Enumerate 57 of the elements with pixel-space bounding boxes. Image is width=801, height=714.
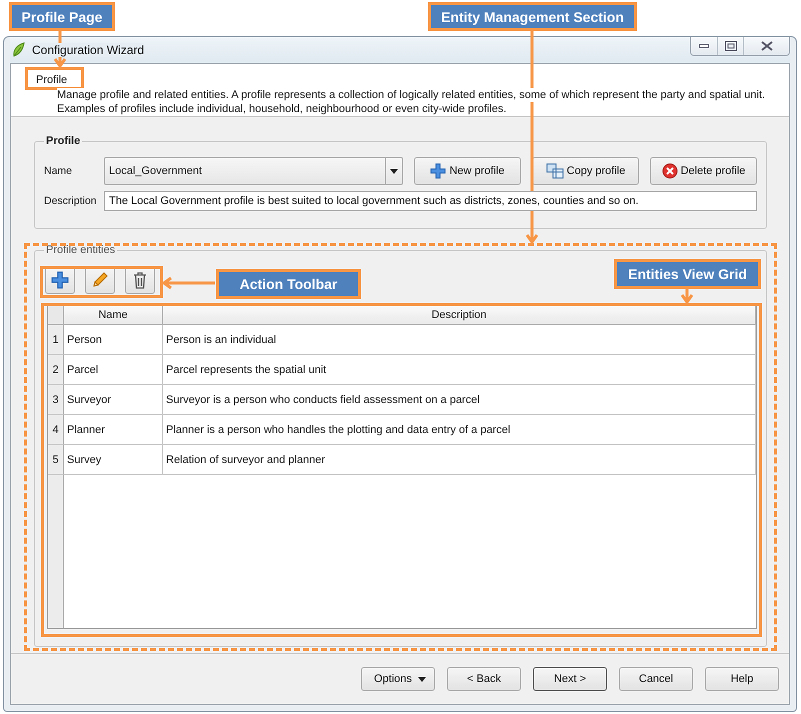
caret-icon [390, 168, 398, 174]
page-title: Profile [36, 74, 68, 86]
group-title: Profile [45, 135, 82, 147]
delete-profile-button[interactable]: Delete profile [650, 157, 757, 185]
description-label: Description [44, 194, 96, 208]
window-title: Configuration Wizard [32, 43, 144, 57]
page-description: Examples of profiles include individual, household, neighbourhood or even city-wide profiles. [57, 102, 506, 116]
profile-dropdown[interactable]: Local_Government [104, 157, 403, 185]
callout-label: Entities View Grid [614, 259, 761, 289]
column-header[interactable]: Name [64, 305, 163, 325]
callout-arrow [161, 276, 215, 290]
description-field[interactable]: The Local Government profile is best suited to local government such as districts, zones, counties and so on. [104, 191, 757, 211]
table-cell: Relation of surveyor and planner [163, 445, 756, 475]
row-number[interactable]: 3 [48, 385, 64, 415]
callout-label: Profile Page [9, 2, 115, 31]
table-cell: Planner [64, 415, 163, 445]
table-cell: Surveyor is a person who conducts field assessment on a parcel [163, 385, 756, 415]
maximize-icon [724, 41, 736, 51]
callout-label: Action Toolbar [216, 269, 361, 299]
pencil-icon [91, 271, 109, 289]
table-cell: Survey [64, 445, 163, 475]
callout-arrow [680, 289, 694, 305]
copy-profile-button[interactable]: Copy profile [532, 157, 639, 185]
wizard-button[interactable]: < Back [447, 667, 521, 691]
minimize-icon [699, 44, 709, 48]
table-cell: Surveyor [64, 385, 163, 415]
maximize-button[interactable] [717, 37, 743, 55]
table-cell: Planner is a person who handles the plotting and data entry of a parcel [163, 415, 756, 445]
column-header[interactable]: Description [163, 305, 756, 325]
row-number[interactable]: 4 [48, 415, 64, 445]
table-cell: Person [64, 325, 163, 355]
table-cell: Parcel represents the spatial unit [163, 355, 756, 385]
wizard-button[interactable]: Options [361, 667, 435, 691]
caret-icon [418, 676, 426, 682]
callout-label: Entity Management Section [428, 2, 637, 31]
page-description: Manage profile and related entities. A profile represents a collection of logically related entities, some of which represent the party and spatial unit. [57, 88, 766, 102]
minimize-button[interactable] [691, 37, 717, 55]
group-title: Profile entities [45, 244, 116, 256]
row-number[interactable]: 5 [48, 445, 64, 475]
wizard-button[interactable]: Next > [533, 667, 607, 691]
highlight-frame [25, 67, 84, 90]
row-number[interactable]: 2 [48, 355, 64, 385]
row-number[interactable]: 1 [48, 325, 64, 355]
leaf-logo-icon [12, 42, 26, 58]
close-button[interactable] [743, 37, 789, 55]
wizard-button[interactable]: Cancel [619, 667, 693, 691]
close-icon [760, 41, 772, 51]
plus-icon [51, 271, 69, 289]
table-cell: Parcel [64, 355, 163, 385]
delete-icon [662, 163, 678, 179]
wizard-button[interactable]: Help [705, 667, 779, 691]
table-cell: Person is an individual [163, 325, 756, 355]
new-profile-button[interactable]: New profile [414, 157, 521, 185]
trash-icon [132, 271, 148, 289]
name-label: Name [44, 164, 74, 178]
copy-icon [546, 163, 564, 179]
plus-icon [430, 163, 446, 179]
